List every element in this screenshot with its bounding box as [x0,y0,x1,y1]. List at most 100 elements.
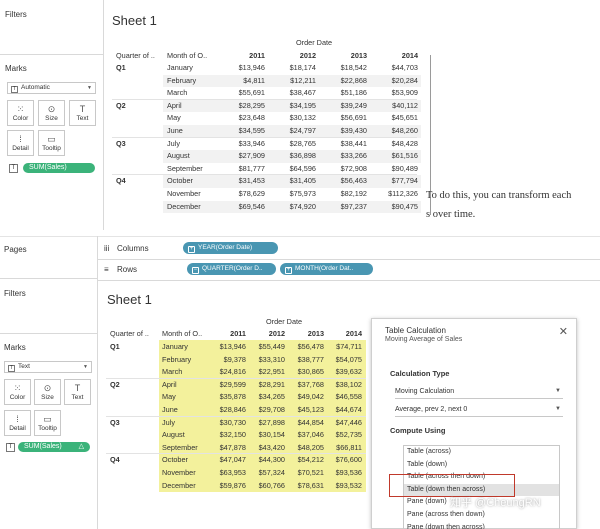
compute-option[interactable]: Table (down) [404,459,559,472]
top-value-cell[interactable]: $81,777 [221,164,265,173]
bottom-size-button[interactable]: ⊙ Size [34,379,61,405]
top-text-button[interactable]: T Text [69,100,96,126]
bottom-value-cell[interactable]: $30,154 [241,430,285,439]
bottom-value-cell[interactable]: $57,324 [241,468,285,477]
bottom-quarter-label[interactable]: Q4 [110,455,120,464]
compute-option[interactable]: Table (across) [404,446,559,459]
bottom-value-cell[interactable]: $47,446 [318,418,362,427]
bottom-value-cell[interactable]: $13,946 [202,342,246,351]
top-year-header[interactable]: 2014 [378,51,418,60]
bottom-value-cell[interactable]: $22,951 [241,367,285,376]
top-value-cell[interactable]: $112,326 [374,189,418,198]
rows-pill-quarter[interactable]: − QUARTER(Order D.. [187,263,276,275]
top-value-cell[interactable]: $97,237 [323,202,367,211]
top-value-cell[interactable]: $13,946 [221,63,265,72]
compute-option[interactable]: Pane (down then across) [404,522,559,529]
bottom-month-label[interactable]: March [162,367,182,376]
bottom-text-button[interactable]: T Text [64,379,91,405]
bottom-value-cell[interactable]: $35,878 [202,392,246,401]
bottom-value-cell[interactable]: $76,600 [318,455,362,464]
bottom-quarter-label[interactable]: Q1 [110,342,120,351]
bottom-value-cell[interactable]: $47,878 [202,443,246,452]
bottom-value-cell[interactable]: $9,378 [202,355,246,364]
bottom-value-cell[interactable]: $39,632 [318,367,362,376]
top-year-header[interactable]: 2013 [327,51,367,60]
bottom-value-cell[interactable]: $28,291 [241,380,285,389]
top-value-cell[interactable]: $51,186 [323,88,367,97]
top-detail-button[interactable]: ⁞ Detail [7,130,34,156]
top-value-cell[interactable]: $33,266 [323,151,367,160]
bottom-value-cell[interactable]: $54,075 [318,355,362,364]
top-quarter-label[interactable]: Q3 [116,139,126,148]
top-month-label[interactable]: August [167,151,190,160]
bottom-value-cell[interactable]: $63,953 [202,468,246,477]
top-value-cell[interactable]: $53,909 [374,88,418,97]
top-value-cell[interactable]: $55,691 [221,88,265,97]
bottom-year-header[interactable]: 2012 [245,329,285,338]
bottom-mark-type-dropdown[interactable]: T Text ▼ [4,361,92,373]
top-month-label[interactable]: March [167,88,187,97]
top-value-cell[interactable]: $56,463 [323,176,367,185]
top-value-cell[interactable]: $75,973 [272,189,316,198]
bottom-month-label[interactable]: November [162,468,196,477]
top-quarter-header[interactable]: Quarter of .. [116,51,155,60]
bottom-year-header[interactable]: 2013 [284,329,324,338]
bottom-month-label[interactable]: October [162,455,188,464]
top-value-cell[interactable]: $31,405 [272,176,316,185]
calc-type-select[interactable]: Moving Calculation ▼ [395,385,563,399]
top-tooltip-button[interactable]: ▭ Tooltip [38,130,65,156]
bottom-value-cell[interactable]: $28,846 [202,405,246,414]
top-value-cell[interactable]: $23,648 [221,113,265,122]
top-value-cell[interactable]: $34,195 [272,101,316,110]
bottom-month-label[interactable]: January [162,342,188,351]
top-value-cell[interactable]: $90,475 [374,202,418,211]
top-year-header[interactable]: 2011 [225,51,265,60]
top-value-cell[interactable]: $34,595 [221,126,265,135]
top-mark-type-dropdown[interactable]: T Automatic ▼ [7,82,96,94]
top-value-cell[interactable]: $38,441 [323,139,367,148]
bottom-measure-pill[interactable]: SUM(Sales) △ [18,442,90,452]
top-year-header[interactable]: 2012 [276,51,316,60]
bottom-year-header[interactable]: 2014 [322,329,362,338]
top-value-cell[interactable]: $30,132 [272,113,316,122]
top-month-label[interactable]: April [167,101,182,110]
summary-select[interactable]: Average, prev 2, next 0 ▼ [395,403,563,417]
bottom-month-header[interactable]: Month of O.. [162,329,202,338]
bottom-month-label[interactable]: May [162,392,176,401]
top-value-cell[interactable]: $33,946 [221,139,265,148]
bottom-value-cell[interactable]: $43,420 [241,443,285,452]
bottom-value-cell[interactable]: $66,811 [318,443,362,452]
top-value-cell[interactable]: $64,596 [272,164,316,173]
top-month-label[interactable]: February [167,76,196,85]
bottom-value-cell[interactable]: $24,816 [202,367,246,376]
bottom-tooltip-button[interactable]: ▭ Tooltip [34,410,61,436]
bottom-value-cell[interactable]: $34,265 [241,392,285,401]
bottom-value-cell[interactable]: $93,536 [318,468,362,477]
bottom-month-label[interactable]: February [162,355,191,364]
bottom-value-cell[interactable]: $47,047 [202,455,246,464]
top-value-cell[interactable]: $90,489 [374,164,418,173]
top-value-cell[interactable]: $18,542 [323,63,367,72]
top-value-cell[interactable]: $56,691 [323,113,367,122]
bottom-year-header[interactable]: 2011 [206,329,246,338]
rows-pill-month[interactable]: + MONTH(Order Dat.. [280,263,373,275]
top-month-label[interactable]: July [167,139,180,148]
top-value-cell[interactable]: $28,765 [272,139,316,148]
top-value-cell[interactable]: $69,546 [221,202,265,211]
top-color-button[interactable]: ⁙ Color [7,100,34,126]
top-value-cell[interactable]: $20,284 [374,76,418,85]
bottom-month-label[interactable]: June [162,405,178,414]
top-month-label[interactable]: November [167,189,201,198]
top-month-label[interactable]: October [167,176,193,185]
top-month-label[interactable]: June [167,126,183,135]
bottom-value-cell[interactable]: $30,730 [202,418,246,427]
top-value-cell[interactable]: $45,651 [374,113,418,122]
top-value-cell[interactable]: $36,898 [272,151,316,160]
bottom-value-cell[interactable]: $38,102 [318,380,362,389]
top-month-label[interactable]: December [167,202,201,211]
bottom-value-cell[interactable]: $32,150 [202,430,246,439]
bottom-value-cell[interactable]: $44,674 [318,405,362,414]
bottom-value-cell[interactable]: $29,599 [202,380,246,389]
compute-option[interactable]: Pane (across then down) [404,509,559,522]
top-value-cell[interactable]: $82,192 [323,189,367,198]
